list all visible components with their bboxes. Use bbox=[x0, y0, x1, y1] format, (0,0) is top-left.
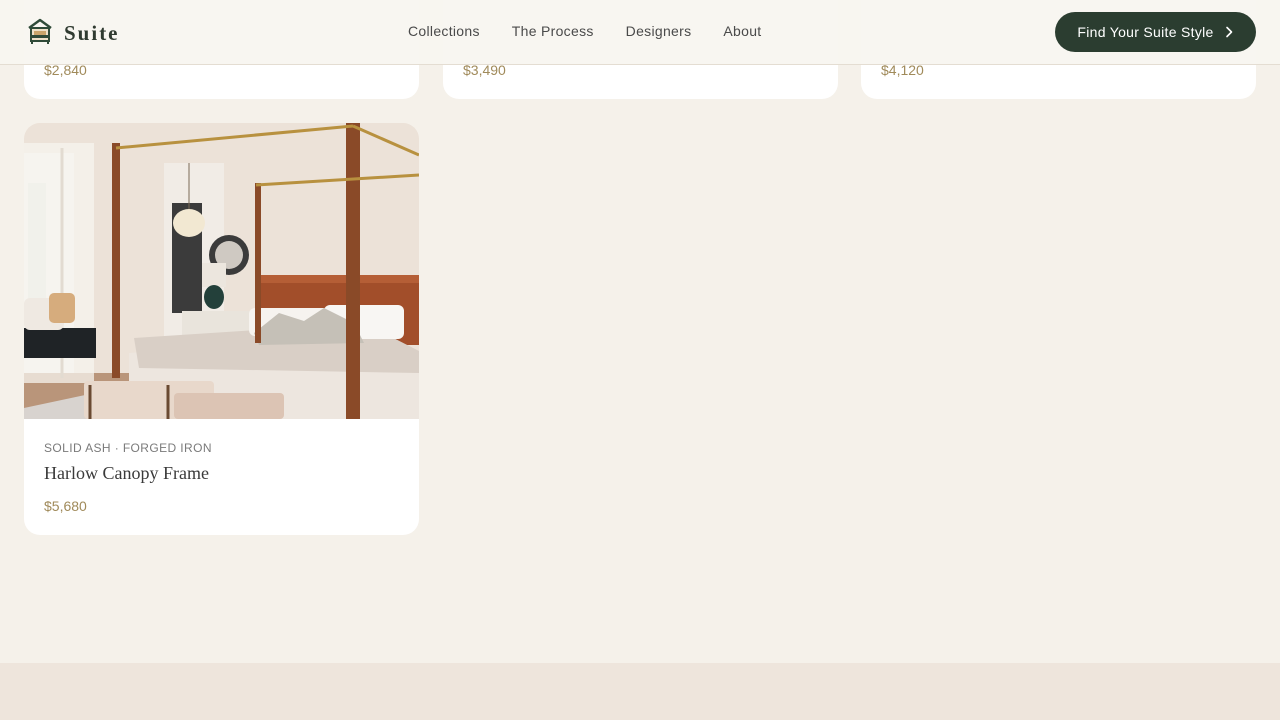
nav-about[interactable]: About bbox=[723, 23, 761, 39]
product-card-harlow[interactable]: SOLID ASH · FORGED IRON Harlow Canopy Fr… bbox=[24, 123, 419, 535]
brand-logo[interactable]: Suite bbox=[26, 17, 120, 50]
nav-the-process[interactable]: The Process bbox=[512, 23, 594, 39]
product-name[interactable]: Harlow Canopy Frame bbox=[44, 463, 209, 484]
brand-name: Suite bbox=[64, 21, 120, 45]
site-header: Suite Collections The Process Designers … bbox=[0, 0, 1280, 65]
chevron-right-icon bbox=[1224, 26, 1234, 38]
nav-collections[interactable]: Collections bbox=[408, 23, 480, 39]
find-suite-style-button[interactable]: Find Your Suite Style bbox=[1055, 12, 1256, 52]
nav-designers[interactable]: Designers bbox=[626, 23, 692, 39]
product-info: SOLID ASH · FORGED IRON Harlow Canopy Fr… bbox=[24, 419, 419, 535]
footer-band bbox=[0, 663, 1280, 720]
main-nav: Collections The Process Designers About bbox=[408, 23, 794, 39]
product-materials: SOLID ASH · FORGED IRON bbox=[44, 441, 212, 455]
cta-label: Find Your Suite Style bbox=[1077, 24, 1214, 40]
product-photo[interactable] bbox=[24, 123, 419, 419]
bed-house-icon bbox=[26, 17, 54, 50]
product-price: $5,680 bbox=[44, 498, 87, 514]
